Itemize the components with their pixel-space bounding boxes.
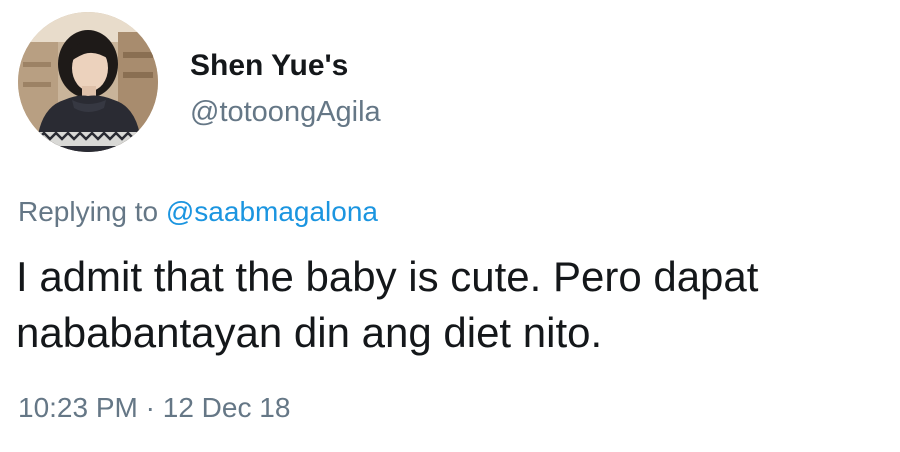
tweet-text-line: I admit that the baby is cute. Pero dapa… [16,253,759,300]
tweet-time: 10:23 PM [18,392,138,423]
reply-mention-link[interactable]: @saabmagalona [166,196,378,227]
replying-to: Replying to @saabmagalona [18,192,378,232]
tweet-card: Shen Yue's @totoongAgila Replying to @sa… [0,0,900,452]
tweet-text: I admit that the baby is cute. Pero dapa… [16,249,886,361]
tweet-text-line: nababantayan din ang diet nito. [16,309,603,356]
replying-to-label: Replying to [18,196,166,227]
display-name[interactable]: Shen Yue's [190,46,348,86]
user-handle[interactable]: @totoongAgila [190,92,381,132]
avatar-photo [18,12,158,152]
tweet-date: 12 Dec 18 [162,392,291,423]
avatar[interactable] [18,12,158,152]
tweet-timestamp[interactable]: 10:23 PM · 12 Dec 18 [18,388,290,428]
meta-separator: · [137,392,163,423]
